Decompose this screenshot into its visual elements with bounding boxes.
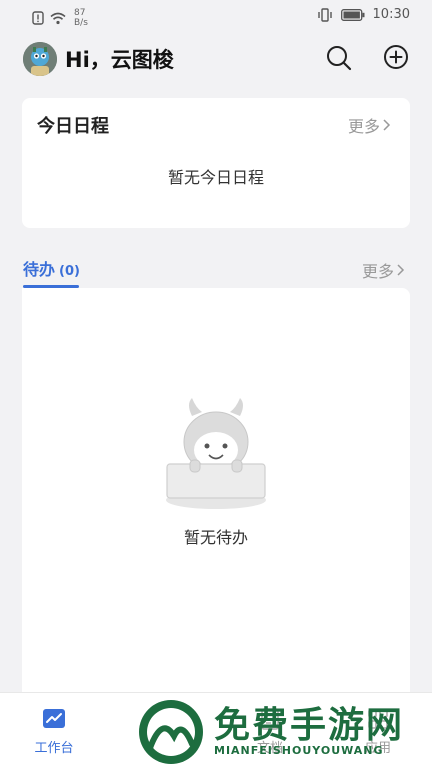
more-label: 更多 (361, 262, 394, 281)
workbench-chart-icon (43, 709, 65, 728)
watermark-logo-icon (139, 700, 203, 764)
today-schedule-more-link[interactable]: 更多 (348, 113, 392, 137)
todo-card: 暂无待办 (22, 288, 410, 718)
status-bar: 87 B/s 10:30 (0, 0, 432, 32)
notification-alert-icon (32, 11, 44, 25)
site-watermark: 免费手游网 MIANFEISHOUYOUWANG (136, 696, 432, 768)
plus-circle-icon (384, 45, 408, 69)
avatar-image (23, 42, 57, 76)
app-header: Hi，云图梭 (0, 32, 432, 88)
wifi-icon (50, 12, 66, 24)
network-speed-value: 87 (74, 8, 86, 18)
today-schedule-empty-text: 暂无今日日程 (167, 168, 264, 187)
today-schedule-title: 今日日程 (37, 116, 109, 137)
today-schedule-card: 今日日程 更多 暂无今日日程 (22, 98, 410, 228)
todo-more-link[interactable]: 更多 (362, 258, 406, 282)
more-label: 更多 (347, 117, 380, 136)
greeting-title: Hi，云图梭 (65, 48, 174, 72)
add-button[interactable] (383, 44, 411, 72)
empty-mascot-icon (166, 398, 266, 509)
search-icon (327, 46, 352, 71)
tab-todo[interactable]: 待办 (0) (23, 256, 80, 280)
tab-todo-label: 待办 (23, 260, 56, 279)
tab-todo-count: (0) (59, 264, 80, 279)
nav-item-label: 工作台 (34, 741, 74, 756)
avatar[interactable] (23, 42, 57, 76)
battery-icon (340, 8, 365, 21)
network-speed-unit: B/s (74, 18, 88, 28)
watermark-subtitle: MIANFEISHOUYOUWANG (214, 744, 384, 757)
nav-item-workbench[interactable]: 工作台 (0, 693, 108, 769)
chevron-right-icon (397, 264, 405, 276)
network-speed: 87 B/s (74, 8, 88, 28)
todo-empty-text: 暂无待办 (183, 528, 248, 547)
watermark-title: 免费手游网 (214, 704, 405, 746)
vibrate-icon (317, 7, 332, 22)
clock-time: 10:30 (372, 7, 410, 22)
chevron-right-icon (383, 119, 391, 131)
search-button[interactable] (325, 44, 353, 72)
